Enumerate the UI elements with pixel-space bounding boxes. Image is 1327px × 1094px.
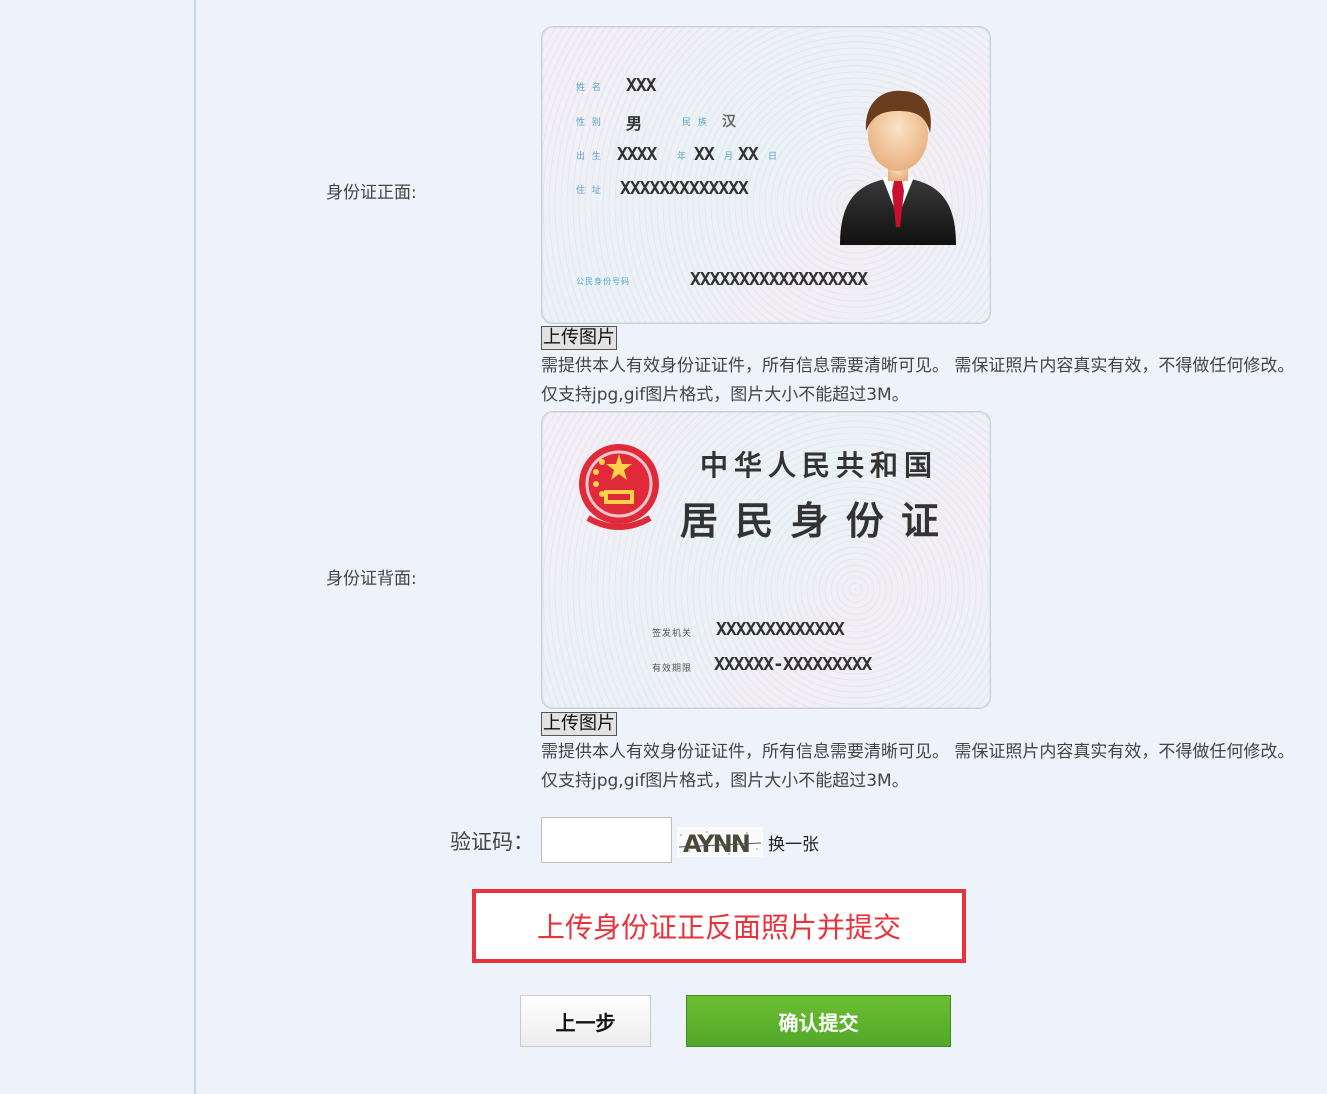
captcha-text: AYNN: [683, 830, 749, 857]
address-field-value: XXXXXXXXXXXXX: [620, 178, 749, 199]
portrait-avatar-icon: [840, 90, 956, 245]
card-title: 居 民 身 份 证: [680, 498, 941, 543]
id-front-label: 身份证正面:: [326, 183, 417, 203]
national-emblem-icon: [579, 444, 659, 530]
name-field-value: XXX: [626, 75, 656, 96]
captcha-input[interactable]: [541, 817, 672, 863]
birth-day-value: XX: [738, 144, 759, 165]
instruction-callout-text: 上传身份证正反面照片并提交: [536, 911, 901, 944]
captcha-image[interactable]: AYNN: [677, 827, 763, 858]
captcha-refresh-link[interactable]: 换一张: [768, 830, 819, 855]
validity-label: 有效期限: [652, 664, 693, 674]
ethnicity-field-value: 汉: [722, 114, 736, 130]
country-name: 中华人民共和国: [700, 449, 939, 482]
birth-year-unit: 年: [677, 152, 689, 162]
confirm-submit-button[interactable]: 确认提交: [686, 995, 951, 1047]
previous-step-button[interactable]: 上一步: [520, 995, 651, 1047]
birth-day-unit: 日: [768, 152, 780, 162]
id-number-value: XXXXXXXXXXXXXXXXXX: [690, 269, 868, 290]
sex-field-label: 性 别: [576, 118, 603, 128]
authority-value: XXXXXXXXXXXXX: [716, 619, 845, 640]
name-field-label: 姓 名: [576, 83, 603, 93]
back-upload-hint: 需提供本人有效身份证证件，所有信息需要清晰可见。 需保证照片内容真实有效，不得做…: [541, 742, 1295, 791]
instruction-callout: 上传身份证正反面照片并提交: [472, 889, 966, 963]
validity-value: XXXXXX-XXXXXXXXX: [714, 654, 872, 675]
id-front-sample-image: 姓 名 XXX 性 别 男 民 族 汉 出 生 XXXX 年 XX 月 XX 日…: [541, 26, 991, 324]
sex-field-value: 男: [626, 114, 642, 133]
sidebar-divider: [194, 0, 196, 1094]
ethnicity-field-label: 民 族: [682, 118, 709, 128]
id-number-label: 公民身份号码: [576, 277, 630, 286]
birth-month-unit: 月: [724, 152, 736, 162]
birth-field-label: 出 生: [576, 152, 603, 162]
captcha-label: 验证码：: [450, 830, 534, 854]
front-upload-button[interactable]: 上传图片: [541, 326, 617, 350]
birth-year-value: XXXX: [617, 144, 657, 165]
back-upload-button[interactable]: 上传图片: [541, 712, 617, 736]
birth-month-value: XX: [694, 144, 715, 165]
id-back-label: 身份证背面:: [326, 569, 417, 589]
id-back-sample-image: 中华人民共和国 居 民 身 份 证 签发机关 XXXXXXXXXXXXX 有效期…: [541, 411, 991, 709]
authority-label: 签发机关: [652, 629, 693, 639]
address-field-label: 住 址: [576, 186, 603, 196]
front-upload-hint: 需提供本人有效身份证证件，所有信息需要清晰可见。 需保证照片内容真实有效，不得做…: [541, 356, 1295, 405]
